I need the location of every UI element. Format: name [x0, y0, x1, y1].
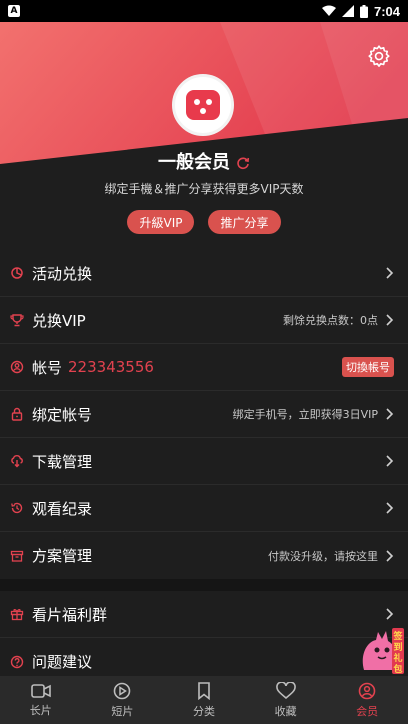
- menu-item-label: 看片福利群: [32, 605, 108, 624]
- svg-text:包: 包: [392, 663, 402, 675]
- trophy-icon: [10, 314, 24, 327]
- play-circle-icon: [114, 682, 131, 699]
- cloud-download-icon: [11, 454, 23, 468]
- wifi-icon: [321, 5, 336, 16]
- section-divider: [0, 579, 408, 591]
- menu-item-label: 绑定帐号: [32, 405, 93, 424]
- membership-level-label: 一般会员: [158, 152, 230, 173]
- profile-actions: 升級VIP 推广分享: [0, 210, 408, 234]
- tab-label: 收藏: [274, 704, 297, 718]
- menu-item-label: 兑换VIP: [32, 311, 86, 330]
- settings-menu: 活动兑换 兑换VIP 剩馀兑换点数：0点 帐号 223343556 切換帳号 绑…: [0, 250, 408, 685]
- chevron-right-icon: [386, 608, 394, 620]
- question-circle-icon: [10, 655, 24, 668]
- svg-text:签: 签: [392, 630, 403, 642]
- svg-text:到: 到: [393, 641, 402, 653]
- video-camera-icon: [30, 683, 51, 698]
- promo-subtitle: 绑定手機＆推广分享获得更多VIP天数: [104, 182, 304, 196]
- menu-item-downloads[interactable]: 下载管理: [0, 438, 408, 485]
- switch-account-button[interactable]: 切換帳号: [342, 357, 394, 377]
- tab-categories[interactable]: 分类: [163, 676, 245, 724]
- menu-item-bind-account[interactable]: 绑定帐号 绑定手机号，立即获得3日VIP: [0, 391, 408, 438]
- tab-favorites[interactable]: 收藏: [245, 676, 327, 724]
- checkin-gift-badge[interactable]: 签 到 礼 包: [358, 626, 404, 676]
- archive-box-icon: [10, 550, 24, 562]
- lock-icon: [11, 407, 23, 421]
- refresh-icon[interactable]: [236, 156, 250, 170]
- menu-item-history[interactable]: 观看纪录: [0, 485, 408, 532]
- tab-long-videos[interactable]: 长片: [0, 676, 82, 724]
- user-circle-icon: [358, 682, 376, 699]
- menu-item-label: 观看纪录: [32, 499, 93, 518]
- menu-item-label: 问题建议: [32, 653, 93, 671]
- promote-share-button[interactable]: 推广分享: [208, 210, 281, 234]
- menu-item-account: 帐号 223343556 切換帳号: [0, 344, 408, 391]
- chevron-right-icon: [386, 267, 394, 279]
- profile-header: 一般会员 绑定手機＆推广分享获得更多VIP天数 升級VIP 推广分享: [0, 22, 408, 246]
- clock: 7:04: [373, 3, 400, 19]
- remaining-points: 剩馀兑换点数：0点: [283, 314, 378, 327]
- menu-item-welfare-group[interactable]: 看片福利群: [0, 591, 408, 638]
- chevron-right-icon: [386, 408, 394, 420]
- status-bar: A 7:04: [0, 0, 408, 22]
- plans-hint: 付款没升级，请按这里: [268, 549, 378, 563]
- history-icon: [11, 502, 23, 514]
- menu-item-label: 下载管理: [32, 452, 93, 471]
- menu-item-plans[interactable]: 方案管理 付款没升级，请按这里: [0, 532, 408, 579]
- chevron-right-icon: [386, 502, 394, 514]
- chevron-right-icon: [386, 455, 394, 467]
- chevron-right-icon: [386, 549, 394, 562]
- gift-icon: [10, 609, 24, 621]
- tab-member[interactable]: 会员: [326, 676, 408, 724]
- bind-account-hint: 绑定手机号，立即获得3日VIP: [232, 408, 378, 421]
- membership-level: 一般会员: [0, 148, 408, 174]
- menu-item-label: 帐号: [32, 358, 63, 377]
- svg-text:礼: 礼: [393, 652, 402, 664]
- avatar[interactable]: [172, 74, 234, 136]
- menu-item-label: 活动兑换: [32, 264, 93, 283]
- tab-label: 分类: [192, 704, 215, 718]
- settings-gear-icon[interactable]: [366, 44, 392, 70]
- heart-icon: [275, 681, 296, 699]
- battery-icon: [359, 4, 368, 18]
- avatar-mascot-icon: [186, 90, 220, 120]
- menu-item-redeem-vip[interactable]: 兑换VIP 剩馀兑换点数：0点: [0, 297, 408, 344]
- menu-item-label: 方案管理: [32, 547, 93, 565]
- bookmark-icon: [198, 681, 210, 700]
- user-circle-icon: [10, 360, 24, 374]
- tab-label: 短片: [111, 704, 134, 718]
- menu-item-activity-redeem[interactable]: 活动兑换: [0, 250, 408, 297]
- signal-icon: [341, 5, 354, 17]
- chevron-right-icon: [386, 314, 394, 326]
- upgrade-vip-button[interactable]: 升級VIP: [127, 210, 195, 234]
- bottom-tab-bar: 长片 短片 分类 收藏 会员: [0, 676, 408, 724]
- account-number: 223343556: [68, 358, 154, 376]
- app-notification-icon: A: [8, 5, 20, 17]
- tab-label: 长片: [29, 703, 52, 717]
- tab-label: 会员: [356, 704, 379, 718]
- pie-chart-icon: [11, 267, 23, 279]
- tab-short-videos[interactable]: 短片: [82, 676, 164, 724]
